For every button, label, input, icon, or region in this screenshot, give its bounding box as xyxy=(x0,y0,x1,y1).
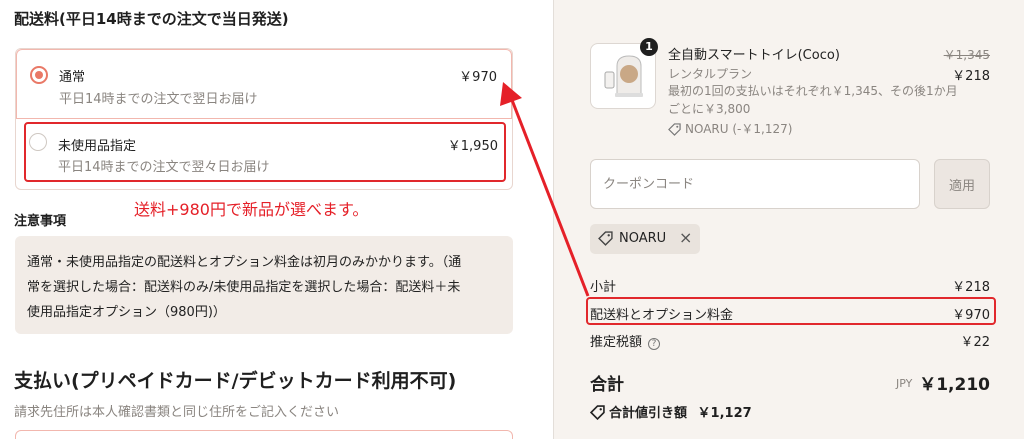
shipping-section-title: 配送料(平日14時までの注文で当日発送) xyxy=(14,10,289,28)
shipping-option-normal[interactable]: 通常 平日14時までの注文で翌日お届け ￥970 xyxy=(16,49,512,119)
total-value: ￥1,210 xyxy=(919,375,990,395)
tag-icon xyxy=(589,405,605,424)
notice-title: 注意事項 xyxy=(14,214,67,229)
coupon-code: NOARU xyxy=(619,231,667,246)
tax-label-text: 推定税額 xyxy=(590,335,643,350)
annotation-note: 送料+980円で新品が選べます。 xyxy=(134,200,369,219)
currency-code: JPY xyxy=(896,377,913,390)
savings-label: 合計値引き額 xyxy=(609,406,688,421)
highlight-box xyxy=(586,297,996,325)
tag-icon xyxy=(598,231,613,250)
tax-label: 推定税額? xyxy=(590,331,661,350)
payment-title: 支払い(プリペイドカード/デビットカード利用不可) xyxy=(14,370,457,392)
notice-line: 使用品指定オプション（980円)） xyxy=(27,305,226,320)
product-discount-label: NOARU (-￥1,127) xyxy=(685,122,793,136)
notice-line: 常を選択した場合：配送料のみ/未使用品指定を選択した場合：配送料＋未 xyxy=(27,280,461,295)
highlight-box xyxy=(24,122,506,182)
price-current: ￥218 xyxy=(952,69,990,84)
applied-coupon-chip: NOARU × xyxy=(590,224,700,254)
checkout-form: 配送料(平日14時までの注文で当日発送) 通常 平日14時までの注文で翌日お届け… xyxy=(0,0,553,439)
notice-line: 通常・未使用品指定の配送料とオプション料金は初月のみかかります。（通 xyxy=(27,255,462,270)
option-desc: 平日14時までの注文で翌日お届け xyxy=(59,92,258,107)
subtotal-value: ￥218 xyxy=(952,280,990,295)
quantity-badge: 1 xyxy=(640,38,658,56)
radio-selected-icon[interactable] xyxy=(30,66,48,84)
payment-subtitle: 請求先住所は本人確認書類と同じ住所をご記入ください xyxy=(14,405,340,420)
tag-icon xyxy=(668,123,681,139)
product-plan: レンタルプラン xyxy=(668,67,753,81)
total-label: 合計 xyxy=(590,375,624,395)
savings-value: ￥1,127 xyxy=(697,406,752,421)
product-description: 最初の1回の支払いはそれぞれ￥1,345、その後1か月ごとに￥3,800 xyxy=(668,84,958,116)
price-original: ￥1,345 xyxy=(943,48,990,62)
payment-method-box[interactable] xyxy=(15,430,513,439)
total-savings: 合計値引き額 ￥1,127 xyxy=(589,402,752,424)
subtotal-label: 小計 xyxy=(590,280,617,295)
coupon-input[interactable] xyxy=(590,159,920,209)
option-name: 通常 xyxy=(59,70,86,85)
tax-value: ￥22 xyxy=(960,335,990,350)
order-summary: 1 全自動スマートトイレ(Coco) レンタルプラン 最初の1回の支払いはそれぞ… xyxy=(554,0,1024,439)
help-icon[interactable]: ? xyxy=(648,338,661,350)
remove-coupon-icon[interactable]: × xyxy=(679,228,692,247)
notice-box: 通常・未使用品指定の配送料とオプション料金は初月のみかかります。（通 常を選択し… xyxy=(15,236,513,334)
apply-coupon-button[interactable]: 適用 xyxy=(934,159,990,209)
product-name: 全自動スマートトイレ(Coco) xyxy=(668,48,840,63)
option-price: ￥970 xyxy=(459,70,497,85)
product-discount: NOARU (-￥1,127) xyxy=(668,120,792,139)
